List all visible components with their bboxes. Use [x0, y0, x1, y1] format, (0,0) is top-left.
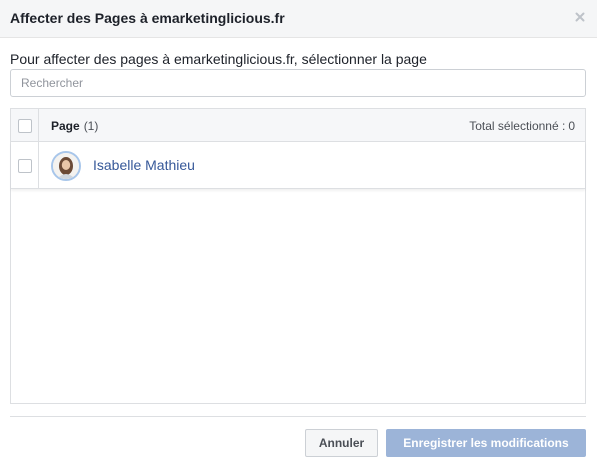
select-all-checkbox[interactable] — [18, 119, 32, 133]
intro-text: Pour affecter des pages à emarketinglici… — [10, 51, 427, 67]
page-column-header: Page (1) — [51, 119, 98, 133]
assign-pages-dialog: Affecter des Pages à emarketinglicious.f… — [0, 0, 597, 467]
header-check-cell — [11, 109, 39, 141]
row-check-cell — [11, 142, 39, 188]
dialog-title: Affecter des Pages à emarketinglicious.f… — [10, 10, 285, 26]
dialog-header: Affecter des Pages à emarketinglicious.f… — [0, 0, 597, 38]
table-row[interactable]: Isabelle Mathieu — [11, 142, 585, 189]
footer-divider — [10, 416, 586, 417]
pages-table: Page (1) Total sélectionné :0 Isabelle Ma… — [10, 108, 586, 404]
search-input[interactable] — [10, 69, 586, 97]
page-name-link[interactable]: Isabelle Mathieu — [93, 157, 195, 173]
close-icon[interactable] — [573, 10, 587, 24]
page-column-label: Page — [51, 119, 80, 133]
avatar — [51, 151, 81, 181]
total-selected-value: 0 — [568, 119, 575, 133]
total-selected-label: Total sélectionné : — [469, 119, 566, 133]
row-checkbox[interactable] — [18, 159, 32, 173]
total-selected: Total sélectionné :0 — [466, 119, 575, 133]
table-header: Page (1) Total sélectionné :0 — [11, 109, 585, 142]
save-changes-button[interactable]: Enregistrer les modifications — [386, 429, 586, 457]
cancel-button[interactable]: Annuler — [305, 429, 378, 457]
page-count: (1) — [83, 119, 99, 133]
